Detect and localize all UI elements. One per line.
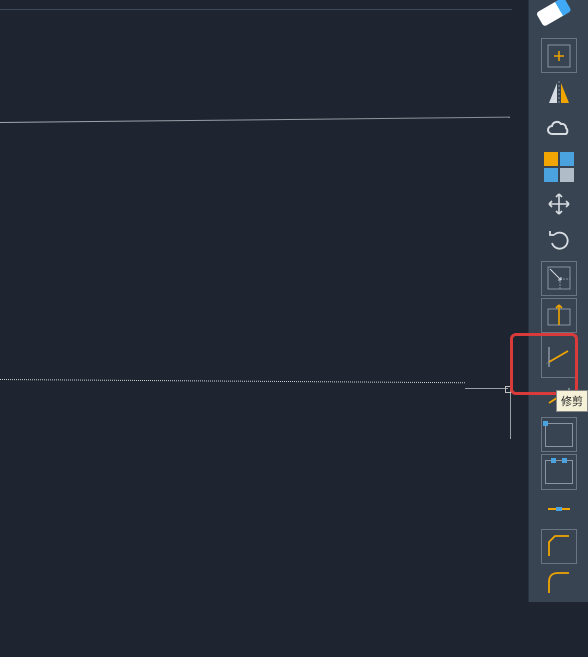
- trim-icon[interactable]: [541, 335, 577, 378]
- move-icon[interactable]: [541, 187, 577, 222]
- new-sheet-icon[interactable]: [541, 38, 577, 73]
- modify-toolbar: [528, 0, 588, 602]
- stretch-icon[interactable]: [541, 298, 577, 333]
- drawing-canvas[interactable]: [0, 9, 512, 601]
- dashed-selection-line: [0, 379, 465, 383]
- cloud-icon[interactable]: [541, 112, 577, 147]
- scale-icon[interactable]: [541, 261, 577, 296]
- eraser-icon[interactable]: [541, 1, 577, 36]
- color-grid-icon[interactable]: [541, 150, 577, 185]
- solid-line: [0, 117, 510, 123]
- break-point-icon[interactable]: [541, 417, 577, 452]
- line-segment-tail: [465, 388, 508, 389]
- join-icon[interactable]: [541, 492, 577, 527]
- mirror-icon[interactable]: [541, 75, 577, 110]
- rotate-icon[interactable]: [541, 224, 577, 259]
- fillet-icon[interactable]: [541, 566, 577, 601]
- tooltip: 修剪: [556, 390, 588, 412]
- endpoint-marker-icon: [505, 386, 512, 393]
- chamfer-icon[interactable]: [541, 529, 577, 564]
- app-root: 修剪: [0, 0, 588, 657]
- break-icon[interactable]: [541, 454, 577, 489]
